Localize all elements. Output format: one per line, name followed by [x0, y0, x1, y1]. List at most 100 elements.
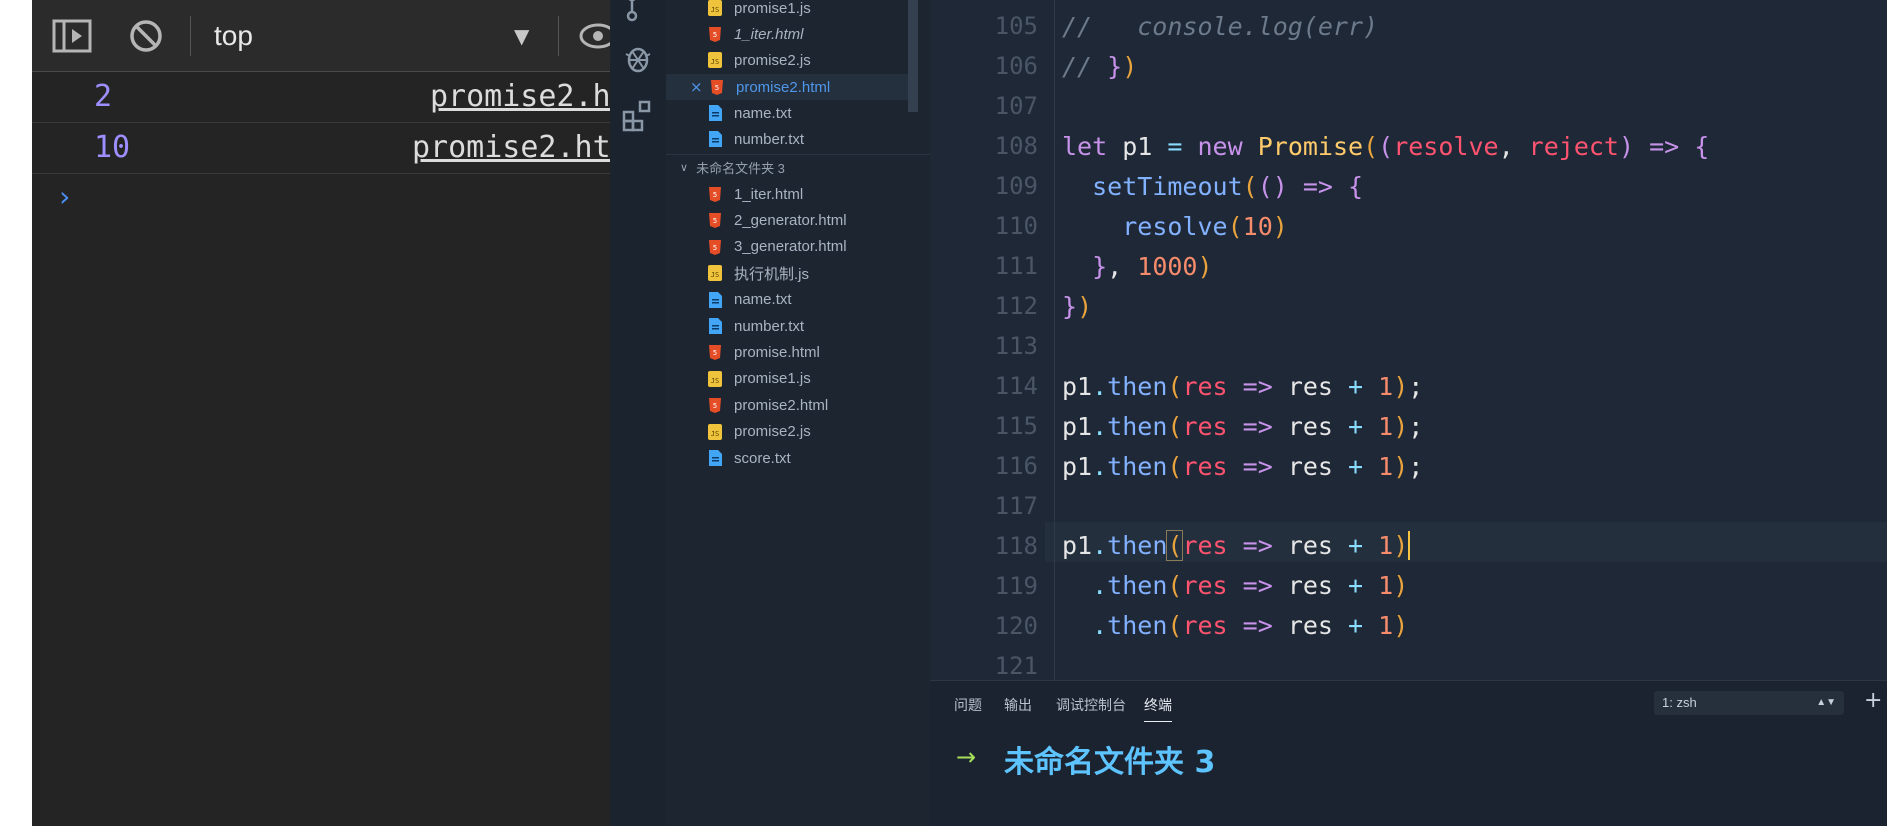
log-row: 10 promise2.ht [32, 124, 610, 174]
file-name: promise.html [734, 343, 820, 361]
source-control-icon[interactable] [618, 0, 658, 26]
svg-text:5: 5 [713, 217, 717, 225]
code-line: .then(res => res + 1) [1092, 611, 1409, 640]
activity-bar [610, 0, 666, 826]
js-file-icon: JS [708, 265, 722, 282]
svg-text:JS: JS [711, 6, 719, 14]
console-toolbar: top ▼ [32, 0, 610, 72]
tree-file-item[interactable]: number.txt [708, 126, 804, 152]
code-line: .then(res => res + 1) [1092, 571, 1409, 600]
console-prompt[interactable]: › [56, 180, 73, 213]
terminal-directory: 未命名文件夹 3 [1004, 745, 1216, 780]
code-line: resolve(10) [1122, 212, 1288, 241]
code-line: p1.then(res => res + 1); [1062, 412, 1424, 441]
file-name: 执行机制.js [734, 265, 810, 283]
tab-problems[interactable]: 问题 [954, 695, 982, 715]
js-file-icon: JS [708, 52, 722, 68]
log-value: 2 [94, 79, 113, 114]
file-name: promise2.html [734, 396, 829, 414]
extensions-icon[interactable] [618, 96, 658, 136]
code-line: }, 1000) [1092, 252, 1213, 281]
txt-file-icon [709, 291, 722, 308]
close-icon[interactable]: × [690, 78, 704, 96]
html-file-icon: 5 [709, 345, 721, 361]
file-name: promise2.js [734, 423, 811, 441]
file-name: promise2.js [734, 51, 811, 69]
line-number: 120 [994, 612, 1038, 640]
line-number: 109 [994, 172, 1038, 200]
tab-terminal[interactable]: 终端 [1144, 695, 1172, 722]
tree-file-item[interactable]: 5 3_generator.html [708, 234, 847, 260]
tree-file-item[interactable]: JS promise1.js [708, 0, 811, 21]
debug-icon[interactable] [618, 38, 658, 78]
tree-file-item[interactable]: 5 promise.html [708, 339, 820, 365]
tree-file-item[interactable]: 5 2_generator.html [708, 207, 847, 233]
eye-icon[interactable] [578, 18, 610, 54]
indent-guide [1054, 0, 1055, 680]
svg-text:5: 5 [715, 84, 719, 92]
screen: top ▼ 2 promise2.h 10 promise2.ht › JS p… [0, 0, 1887, 826]
line-number: 113 [994, 332, 1038, 360]
code-line: setTimeout(() => { [1092, 172, 1364, 201]
tree-file-item[interactable]: score.txt [708, 445, 791, 471]
context-selector[interactable]: top [214, 18, 253, 54]
svg-text:JS: JS [711, 58, 719, 66]
chevron-updown-icon: ▲▼ [1816, 697, 1836, 708]
js-file-icon: JS [708, 370, 722, 387]
tree-file-item[interactable]: 5 1_iter.html [708, 21, 803, 47]
tree-file-item-active[interactable]: × 5 promise2.html [666, 74, 910, 100]
file-name: name.txt [734, 291, 792, 309]
file-name: number.txt [734, 130, 805, 148]
shell-select[interactable]: 1: zsh ▲▼ [1654, 691, 1844, 715]
toolbar-separator [558, 16, 559, 56]
line-number: 114 [994, 372, 1038, 400]
file-name: number.txt [734, 317, 805, 335]
txt-file-icon [709, 450, 722, 466]
tree-file-item[interactable]: 5 1_iter.html [708, 181, 803, 207]
log-source-link[interactable]: promise2.ht [412, 130, 610, 165]
explorer-scrollbar[interactable] [908, 0, 918, 112]
folder-row[interactable]: ∨ 未命名文件夹 3 [666, 154, 930, 180]
log-source-link[interactable]: promise2.h [430, 79, 610, 114]
tree-file-item[interactable]: JS promise2.js [708, 47, 811, 73]
file-name: 1_iter.html [734, 185, 804, 203]
clear-console-icon[interactable] [126, 18, 166, 54]
code-line: p1.then(res => res + 1); [1062, 372, 1424, 401]
tree-file-item[interactable]: number.txt [708, 313, 804, 339]
file-name: score.txt [734, 449, 791, 467]
toolbar-separator [190, 16, 191, 56]
code-line: p1.then(res => res + 1); [1062, 452, 1424, 481]
tree-file-item[interactable]: JS promise2.js [708, 419, 811, 445]
tree-file-item[interactable]: name.txt [708, 287, 792, 313]
svg-text:JS: JS [711, 430, 719, 438]
code-line: let p1 = new Promise((resolve, reject) =… [1062, 132, 1710, 161]
bottom-panel: 问题 输出 调试控制台 终端 1: zsh ▲▼ + → 未命名文件夹 3 [930, 680, 1887, 826]
line-number: 110 [994, 212, 1038, 240]
svg-text:5: 5 [713, 349, 717, 357]
tab-output[interactable]: 输出 [1004, 695, 1032, 715]
tree-file-item[interactable]: name.txt [708, 100, 792, 126]
code-editor[interactable]: 105 106 107 108 109 110 111 112 113 114 115 116 117 1… [930, 0, 1887, 680]
chevron-down-icon[interactable]: ▼ [514, 20, 529, 52]
svg-text:5: 5 [713, 244, 717, 252]
chevron-down-icon[interactable]: ∨ [680, 161, 688, 174]
html-file-icon: 5 [709, 27, 721, 42]
file-name: promise1.js [734, 0, 811, 17]
line-number: 121 [994, 652, 1038, 680]
add-terminal-button[interactable]: + [1864, 687, 1882, 715]
code-line: }) [1062, 292, 1093, 321]
tree-file-item[interactable]: JS 执行机制.js [708, 260, 809, 286]
svg-text:5: 5 [713, 402, 717, 410]
log-row: 2 promise2.h [32, 73, 610, 123]
tree-file-item[interactable]: 5 promise2.html [708, 392, 828, 418]
line-number: 105 [994, 12, 1038, 40]
tree-file-item[interactable]: JS promise1.js [708, 366, 811, 392]
file-name: name.txt [734, 104, 792, 122]
html-file-icon: 5 [711, 80, 723, 95]
line-number: 106 [994, 52, 1038, 80]
sidebar-toggle-icon[interactable] [52, 18, 92, 54]
file-name: promise2.html [736, 78, 831, 96]
line-number: 108 [994, 132, 1038, 160]
tab-debug-console[interactable]: 调试控制台 [1056, 695, 1126, 715]
file-name: promise1.js [734, 370, 811, 388]
